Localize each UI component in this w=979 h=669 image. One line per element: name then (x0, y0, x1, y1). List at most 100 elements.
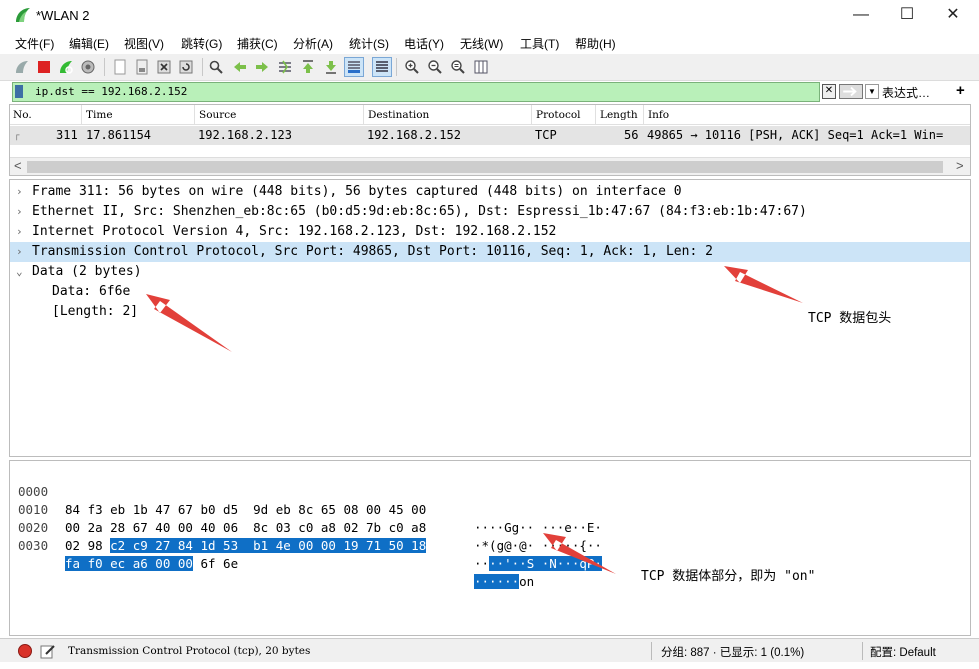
tree-item-data-value[interactable]: Data: 6f6e (10, 282, 970, 302)
profile-selector[interactable]: 配置: Default (870, 644, 936, 660)
packet-count: 分组: 887 · 已显示: 1 (0.1%) (661, 647, 805, 659)
collapse-chevron-icon[interactable]: ⌄ (16, 262, 23, 282)
close-file-icon[interactable] (154, 57, 174, 77)
arrow-right-icon (843, 86, 857, 97)
menu-statistics[interactable]: 统计(S) (349, 35, 389, 52)
hex-bytes: fa f0 ec a6 00 00 6f 6e (65, 556, 239, 571)
tree-item-data[interactable]: ⌄ Data (2 bytes) (10, 262, 970, 282)
display-filter-bar: ip.dst == 192.168.2.152 ✕ ▼ 表达式… + (8, 82, 979, 102)
menu-analyze[interactable]: 分析(A) (293, 35, 333, 52)
clear-filter-button[interactable]: ✕ (822, 84, 836, 99)
annotation-tcp-header: TCP 数据包头 (808, 311, 892, 326)
tree-item-frame[interactable]: › Frame 311: 56 bytes on wire (448 bits)… (10, 182, 970, 202)
column-protocol[interactable]: Protocol (533, 105, 596, 125)
menu-tools[interactable]: 工具(T) (520, 35, 559, 52)
menu-file[interactable]: 文件(F) (15, 35, 54, 52)
menu-view[interactable]: 视图(V) (124, 35, 164, 52)
tree-item-tcp[interactable]: › Transmission Control Protocol, Src Por… (10, 242, 970, 262)
find-icon[interactable] (206, 57, 226, 77)
hex-bytes: 02 98 c2 c9 27 84 1d 53 b1 4e 00 00 19 7… (65, 538, 427, 553)
packet-length: 56 (624, 128, 639, 142)
annotation-tcp-body: TCP 数据体部分，即为 "on" (641, 569, 816, 584)
column-time[interactable]: Time (83, 105, 195, 125)
expand-chevron-icon[interactable]: › (16, 222, 23, 242)
packet-source: 192.168.2.123 (198, 128, 292, 142)
ascii-bytes: ····'··S ·N···qP· (474, 556, 602, 571)
menu-help[interactable]: 帮助(H) (575, 35, 616, 52)
capture-status-icon[interactable] (18, 644, 32, 658)
ascii-bytes: ·*(g@·@· ·····{·· (474, 538, 602, 553)
column-info[interactable]: Info (645, 105, 970, 125)
minimize-button[interactable]: — (838, 0, 884, 32)
menu-capture[interactable]: 捕获(C) (237, 35, 278, 52)
menu-edit[interactable]: 编辑(E) (69, 35, 109, 52)
bytes-row[interactable]: 0000 84 f3 eb 1b 47 67 b0 d5 9d eb 8c 65… (10, 465, 970, 535)
packet-info: 49865 → 10116 [PSH, ACK] Seq=1 Ack=1 Win… (647, 128, 944, 142)
expression-button[interactable]: 表达式… (882, 84, 930, 101)
zoom-in-icon[interactable] (402, 57, 422, 77)
display-filter-input[interactable]: ip.dst == 192.168.2.152 (12, 82, 820, 102)
zoom-out-icon[interactable] (425, 57, 445, 77)
options-gear-icon[interactable] (78, 57, 98, 77)
bytes-row[interactable]: 0020 02 98 c2 c9 27 84 1d 53 b1 4e 00 00… (10, 501, 970, 571)
expand-chevron-icon[interactable]: › (16, 242, 23, 262)
scroll-left-icon[interactable]: < (14, 158, 22, 173)
column-destination[interactable]: Destination (365, 105, 532, 125)
colorize-icon[interactable] (372, 57, 392, 77)
bookmark-icon[interactable] (15, 85, 23, 98)
menu-go[interactable]: 跳转(G) (181, 35, 222, 52)
wireshark-fin-icon (16, 8, 30, 22)
goto-packet-icon[interactable] (275, 57, 295, 77)
column-source[interactable]: Source (196, 105, 364, 125)
ascii-bytes: ······on (474, 574, 535, 589)
filter-history-dropdown[interactable]: ▼ (865, 84, 879, 99)
row-marker-icon: ┌ (14, 131, 20, 141)
packet-time: 17.861154 (86, 128, 152, 142)
packet-bytes-pane: 0000 84 f3 eb 1b 47 67 b0 d5 9d eb 8c 65… (9, 460, 971, 636)
shark-fin-icon[interactable] (12, 57, 32, 77)
scroll-right-icon[interactable]: > (956, 158, 964, 173)
first-packet-icon[interactable] (298, 57, 318, 77)
menu-wireless[interactable]: 无线(W) (460, 35, 503, 52)
forward-arrow-icon[interactable] (252, 57, 272, 77)
packet-list-header: No. Time Source Destination Protocol Len… (10, 105, 970, 125)
save-file-icon[interactable] (132, 57, 152, 77)
reload-icon[interactable] (176, 57, 196, 77)
tree-item-ethernet[interactable]: › Ethernet II, Src: Shenzhen_eb:8c:65 (b… (10, 202, 970, 222)
packet-row[interactable]: ┌ 311 17.861154 192.168.2.123 192.168.2.… (10, 126, 970, 145)
main-toolbar (0, 54, 979, 81)
status-bar: Transmission Control Protocol (tcp), 20 … (0, 638, 979, 662)
back-arrow-icon[interactable] (230, 57, 250, 77)
open-file-icon[interactable] (110, 57, 130, 77)
maximize-button[interactable]: ☐ (884, 0, 930, 32)
menu-bar: 文件(F) 编辑(E) 视图(V) 跳转(G) 捕获(C) 分析(A) 统计(S… (0, 32, 979, 54)
close-button[interactable]: ✕ (930, 0, 976, 32)
bytes-row[interactable]: 0010 00 2a 28 67 40 00 40 06 8c 03 c0 a8… (10, 483, 970, 553)
packet-no: 311 (56, 128, 78, 142)
stop-icon[interactable] (34, 57, 54, 77)
add-filter-button[interactable]: + (956, 82, 965, 99)
packet-destination: 192.168.2.152 (367, 128, 461, 142)
column-no[interactable]: No. (10, 105, 82, 125)
apply-filter-button[interactable] (839, 84, 863, 99)
tree-item-ipv4[interactable]: › Internet Protocol Version 4, Src: 192.… (10, 222, 970, 242)
packet-protocol: TCP (535, 128, 557, 142)
last-packet-icon[interactable] (321, 57, 341, 77)
status-message: Transmission Control Protocol (tcp), 20 … (68, 645, 311, 657)
restart-icon[interactable] (56, 57, 76, 77)
window-title: *WLAN 2 (36, 8, 90, 23)
column-length[interactable]: Length (597, 105, 644, 125)
edit-comment-icon[interactable] (40, 643, 56, 659)
byte-offset: 0030 (18, 538, 49, 553)
expand-chevron-icon[interactable]: › (16, 182, 23, 202)
zoom-reset-icon[interactable] (448, 57, 468, 77)
packet-list: No. Time Source Destination Protocol Len… (9, 104, 971, 176)
horizontal-scrollbar[interactable]: < > (10, 157, 970, 175)
scrollbar-thumb[interactable] (27, 161, 943, 173)
resize-columns-icon[interactable] (471, 57, 491, 77)
title-bar: *WLAN 2 — ☐ ✕ (0, 0, 979, 32)
autoscroll-icon[interactable] (344, 57, 364, 77)
bytes-row[interactable]: 0030 fa f0 ec a6 00 00 6f 6e ······on (10, 519, 970, 589)
expand-chevron-icon[interactable]: › (16, 202, 23, 222)
menu-telephony[interactable]: 电话(Y) (404, 35, 444, 52)
